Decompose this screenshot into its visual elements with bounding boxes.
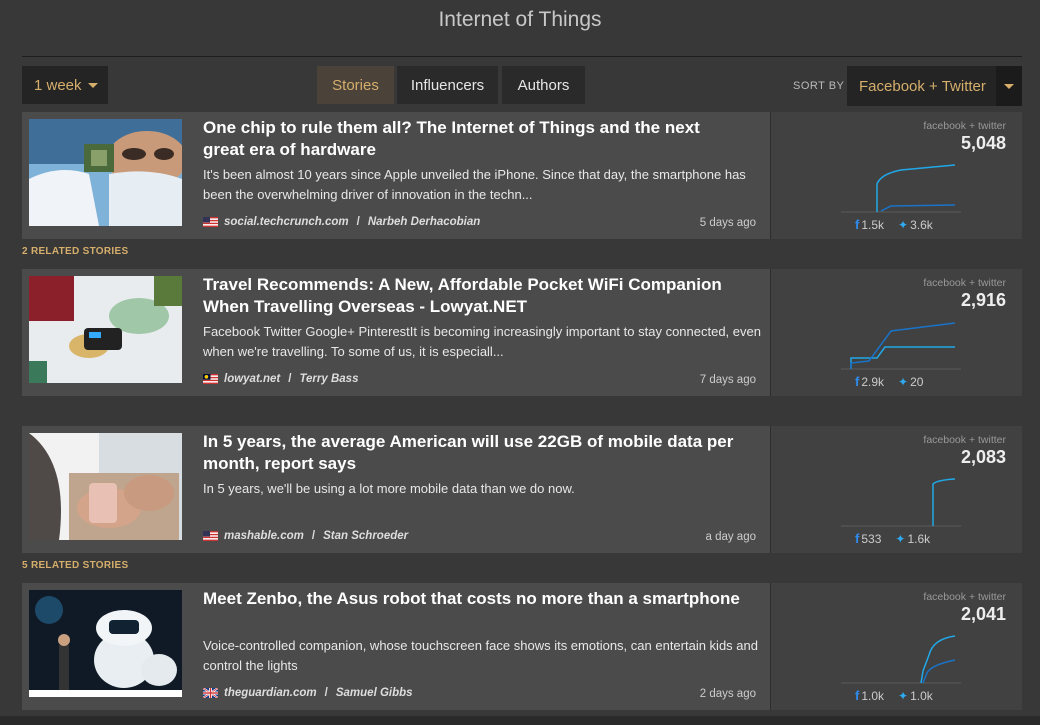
story-author[interactable]: Samuel Gibbs [336, 687, 413, 699]
page-bottom-edge [0, 716, 1040, 725]
tab-label: Influencers [410, 76, 485, 94]
period-dropdown[interactable]: 1 week [22, 66, 108, 104]
facebook-count: 2.9k [861, 374, 885, 389]
story-author[interactable]: Narbeh Derhacobian [368, 216, 480, 228]
story-title[interactable]: Meet Zenbo, the Asus robot that costs no… [203, 588, 743, 610]
tab-label: Authors [517, 76, 570, 94]
story-time: 5 days ago [699, 217, 756, 229]
story-domain[interactable]: mashable.com [224, 530, 304, 542]
tab-authors[interactable]: Authors [502, 66, 585, 104]
metric-label: facebook + twitter [923, 277, 1006, 289]
story-stats: facebook + twitter 5,048 f 1.5k ✦ 3.6k [771, 112, 1022, 239]
story-meta: mashable.com / Stan Schroeder [203, 530, 408, 542]
facebook-icon: f [855, 217, 860, 232]
sort-dropdown-toggle[interactable] [996, 66, 1022, 106]
period-label: 1 week [34, 76, 82, 94]
facebook-icon: f [855, 374, 860, 389]
story-stats: facebook + twitter 2,083 f 533 ✦ 1.6k [771, 426, 1022, 553]
twitter-icon: ✦ [898, 374, 909, 389]
story-title[interactable]: One chip to rule them all? The Internet … [203, 117, 743, 161]
story-excerpt: Voice-controlled companion, whose touchs… [203, 638, 758, 673]
story-meta: social.techcrunch.com / Narbeh Derhacobi… [203, 216, 480, 228]
facebook-count: 533 [861, 531, 882, 546]
story-title[interactable]: Travel Recommends: A New, Affordable Poc… [203, 274, 743, 318]
story-main: One chip to rule them all? The Internet … [22, 112, 770, 239]
page-title: Internet of Things [438, 8, 602, 31]
share-breakdown: f 1.0k ✦ 1.0k [855, 688, 933, 703]
share-total: 5,048 [960, 133, 1006, 153]
share-sparkline [841, 478, 961, 527]
story-time: a day ago [705, 531, 756, 543]
story-card[interactable]: In 5 years, the average American will us… [22, 426, 1022, 553]
us-flag-icon [203, 217, 218, 227]
story-thumbnail[interactable] [29, 433, 182, 540]
share-sparkline [841, 164, 961, 213]
sort-value: Facebook + Twitter [859, 77, 986, 95]
metric-label: facebook + twitter [923, 120, 1006, 132]
related-stories-link[interactable]: 2 RELATED STORIES [22, 246, 128, 257]
story-time: 7 days ago [699, 374, 756, 386]
share-breakdown: f 533 ✦ 1.6k [855, 531, 930, 546]
meta-separator: / [311, 530, 316, 542]
metric-label: facebook + twitter [923, 434, 1006, 446]
story-main: In 5 years, the average American will us… [22, 426, 770, 553]
meta-separator: / [356, 216, 360, 228]
us-flag-icon [203, 531, 218, 541]
tab-influencers[interactable]: Influencers [397, 66, 498, 104]
twitter-icon: ✦ [895, 531, 906, 546]
share-breakdown: f 1.5k ✦ 3.6k [855, 217, 933, 232]
story-thumbnail[interactable] [29, 276, 182, 383]
story-excerpt: Facebook Twitter Google+ PinterestIt is … [203, 324, 761, 359]
story-domain[interactable]: theguardian.com [224, 687, 317, 699]
facebook-count: 1.5k [861, 217, 885, 232]
chevron-down-icon [87, 82, 98, 88]
twitter-count: 3.6k [910, 217, 933, 232]
related-stories-link[interactable]: 5 RELATED STORIES [22, 560, 128, 571]
story-card[interactable]: One chip to rule them all? The Internet … [22, 112, 1022, 239]
twitter-icon: ✦ [898, 217, 909, 232]
story-excerpt: In 5 years, we'll be using a lot more mo… [203, 481, 575, 496]
story-excerpt: It's been almost 10 years since Apple un… [203, 167, 746, 202]
story-title[interactable]: In 5 years, the average American will us… [203, 431, 743, 475]
share-sparkline [841, 635, 961, 684]
story-card[interactable]: Travel Recommends: A New, Affordable Poc… [22, 269, 1022, 396]
my-flag-icon [203, 374, 218, 384]
story-author[interactable]: Terry Bass [299, 373, 358, 385]
share-sparkline [841, 322, 961, 370]
story-thumbnail[interactable] [29, 590, 182, 697]
share-total: 2,083 [960, 447, 1006, 467]
facebook-icon: f [855, 531, 860, 546]
twitter-count: 20 [910, 374, 924, 389]
story-domain[interactable]: social.techcrunch.com [224, 216, 349, 228]
story-meta: theguardian.com / Samuel Gibbs [203, 687, 413, 699]
facebook-count: 1.0k [861, 688, 885, 703]
story-domain[interactable]: lowyat.net [224, 373, 280, 385]
story-author[interactable]: Stan Schroeder [323, 530, 408, 542]
tab-label: Stories [332, 76, 379, 94]
gb-flag-icon [203, 688, 218, 698]
twitter-count: 1.6k [907, 531, 931, 546]
sort-dropdown[interactable]: Facebook + Twitter [847, 66, 1022, 106]
tab-stories[interactable]: Stories [317, 66, 394, 104]
story-main: Meet Zenbo, the Asus robot that costs no… [22, 583, 770, 710]
chevron-down-icon [1004, 83, 1014, 89]
facebook-icon: f [855, 688, 860, 703]
story-stats: facebook + twitter 2,916 f 2.9k ✦ 20 [771, 269, 1022, 396]
meta-separator: / [288, 373, 292, 385]
meta-separator: / [324, 687, 328, 699]
twitter-icon: ✦ [898, 688, 909, 703]
story-stats: facebook + twitter 2,041 f 1.0k ✦ 1.0k [771, 583, 1022, 710]
story-card[interactable]: Meet Zenbo, the Asus robot that costs no… [22, 583, 1022, 710]
story-meta: lowyat.net / Terry Bass [203, 373, 358, 385]
share-breakdown: f 2.9k ✦ 20 [855, 374, 923, 389]
header-divider [22, 56, 1022, 57]
sort-by-label: SORT BY [793, 80, 845, 92]
twitter-count: 1.0k [910, 688, 933, 703]
metric-label: facebook + twitter [923, 591, 1006, 603]
share-total: 2,041 [960, 604, 1006, 624]
story-time: 2 days ago [699, 688, 756, 700]
share-total: 2,916 [960, 290, 1006, 310]
story-main: Travel Recommends: A New, Affordable Poc… [22, 269, 770, 396]
story-thumbnail[interactable] [29, 119, 182, 226]
